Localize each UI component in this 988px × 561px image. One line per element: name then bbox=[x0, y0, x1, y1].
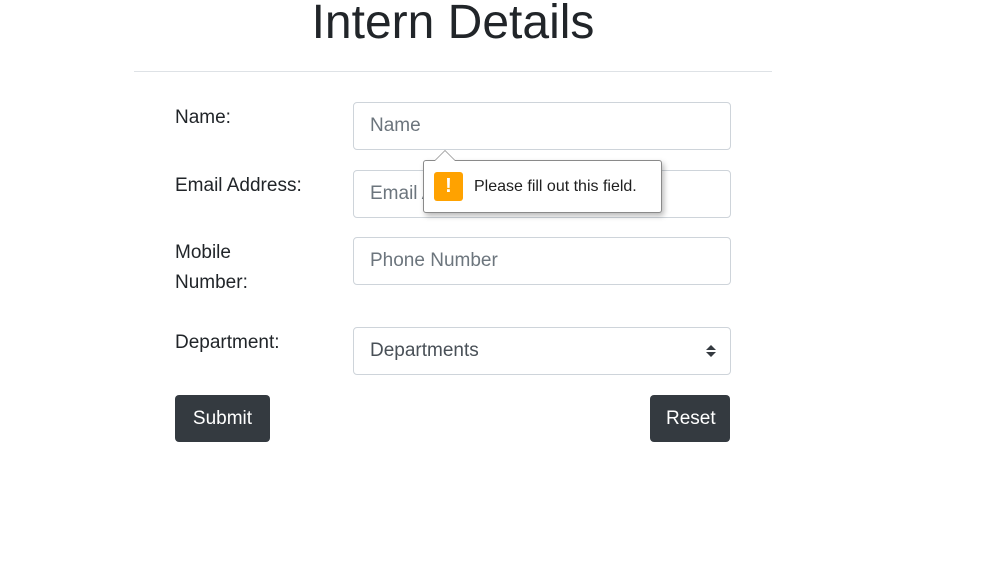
department-select[interactable]: Departments bbox=[353, 327, 731, 375]
intern-details-page: Intern Details Name: Email Address: Mobi… bbox=[0, 0, 988, 561]
warning-icon: ! bbox=[434, 172, 463, 201]
validation-message: Please fill out this field. bbox=[474, 177, 637, 195]
select-arrows-icon bbox=[706, 345, 716, 357]
mobile-label-line2: Number: bbox=[175, 272, 248, 293]
validation-tooltip: ! Please fill out this field. bbox=[423, 150, 662, 213]
phone-input[interactable] bbox=[353, 237, 731, 285]
submit-button[interactable]: Submit bbox=[175, 395, 270, 442]
mobile-label-line1: Mobile bbox=[175, 242, 231, 263]
name-input[interactable] bbox=[353, 102, 731, 150]
title-divider bbox=[134, 71, 772, 72]
department-label: Department: bbox=[175, 332, 280, 353]
name-label: Name: bbox=[175, 107, 231, 128]
reset-button[interactable]: Reset bbox=[650, 395, 730, 442]
department-selected-value: Departments bbox=[370, 340, 479, 361]
page-title: Intern Details bbox=[311, 0, 595, 49]
email-label: Email Address: bbox=[175, 175, 302, 196]
mobile-label: Mobile Number: bbox=[175, 238, 248, 298]
